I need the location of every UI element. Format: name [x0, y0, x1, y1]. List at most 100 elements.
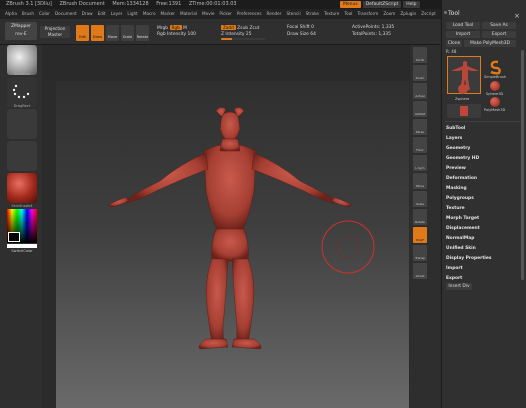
default-zscript-button[interactable]: DefaultZScript [362, 1, 402, 8]
insert-div-button[interactable]: Insert Div [446, 283, 472, 290]
menu-zoom[interactable]: Zoom [383, 9, 395, 19]
tool-menu-polygroups[interactable]: Polygroups [446, 194, 474, 203]
menu-alpha[interactable]: Alpha [5, 9, 17, 19]
standard-brush-label: Standard [13, 72, 31, 76]
polymesh3d-thumb[interactable] [490, 97, 500, 107]
tool-menu-displacement[interactable]: Displacement [446, 224, 480, 233]
projection-master-button[interactable]: Projection Master [40, 26, 70, 38]
zmapper-button[interactable]: ZMapper rev-E [5, 22, 37, 40]
palette-scrollbar[interactable] [521, 50, 524, 280]
menu-zscript[interactable]: Zscript [421, 9, 436, 19]
menu-material[interactable]: Material [180, 9, 197, 19]
view-polyf-button[interactable]: PolyF [413, 227, 427, 243]
tool-menu-subtool[interactable]: SubTool [446, 124, 465, 133]
menu-edit[interactable]: Edit [98, 9, 106, 19]
view-actual-button[interactable]: Actual [413, 83, 427, 99]
rgb-intensity-value[interactable]: 100 [188, 32, 196, 37]
tool-menu-masking[interactable]: Masking [446, 184, 467, 193]
menu-color[interactable]: Color [39, 9, 50, 19]
zsphere-thumb[interactable] [451, 81, 475, 95]
menu-tool[interactable]: Tool [344, 9, 352, 19]
menu-texture[interactable]: Texture [324, 9, 339, 19]
primary-color-swatch[interactable] [8, 232, 20, 242]
mrgb-button[interactable]: Mrgb [157, 26, 168, 31]
view-persp-button[interactable]: Persp [413, 119, 427, 135]
zsub-button[interactable]: Zsub [237, 26, 248, 31]
view-rotate-button[interactable]: Rotate [413, 209, 427, 225]
document-title: ZBrush Document [59, 1, 105, 7]
tool-thumb-empty[interactable] [447, 104, 481, 118]
view-zoom-button[interactable]: Zoom [413, 65, 427, 81]
rgb-button[interactable]: Rgb [169, 25, 182, 30]
tool-menu-layers[interactable]: Layers [446, 134, 462, 143]
tool-menu-display-properties[interactable]: Display Properties [446, 254, 492, 263]
view-lsym-button[interactable]: L.Sym [413, 155, 427, 171]
menu-zplugin[interactable]: Zplugin [400, 9, 416, 19]
m-button[interactable]: M [183, 26, 187, 31]
view-move-button[interactable]: Move [413, 173, 427, 189]
help-button[interactable]: Help [403, 1, 420, 8]
scale-mode-button[interactable]: Scale [121, 25, 134, 41]
switch-color-button[interactable]: SwitchColor [7, 249, 37, 253]
standard-brush-thumb[interactable] [7, 45, 37, 75]
menu-stroke[interactable]: Stroke [306, 9, 319, 19]
tool-menu-unified-skin[interactable]: Unified Skin [446, 244, 476, 253]
draw-mode-button[interactable]: Draw [91, 25, 104, 41]
tool-menu-geometry[interactable]: Geometry [446, 144, 470, 153]
tool-menu-preview[interactable]: Preview [446, 164, 466, 173]
move-mode-button[interactable]: Move [106, 25, 119, 41]
tool-menu-texture[interactable]: Texture [446, 204, 465, 213]
menu-layer[interactable]: Layer [111, 9, 123, 19]
view-floor-button[interactable]: Floor [413, 137, 427, 153]
color-picker[interactable] [7, 209, 37, 243]
tool-menu-morph-target[interactable]: Morph Target [446, 214, 479, 223]
view-transp-button[interactable]: Transp [413, 245, 427, 261]
close-icon[interactable]: × [514, 12, 520, 20]
simplebrush-thumb[interactable] [486, 58, 504, 76]
menu-draw[interactable]: Draw [82, 9, 93, 19]
material-thumb[interactable] [7, 173, 37, 203]
texture-thumb[interactable] [7, 141, 37, 171]
view-scroll-button[interactable]: Scroll [413, 47, 427, 63]
focal-shift-value[interactable]: 0 [311, 25, 314, 30]
clone-button[interactable]: Clone [446, 40, 462, 47]
focal-shift-label: Focal Shift [287, 25, 310, 30]
menu-picker[interactable]: Picker [219, 9, 231, 19]
dragrect-stroke-thumb[interactable] [7, 77, 37, 107]
menu-brush[interactable]: Brush [22, 9, 34, 19]
tool-menu-normalmap[interactable]: NormalMap [446, 234, 474, 243]
z-intensity-value[interactable]: 25 [246, 32, 252, 37]
menu-light[interactable]: Light [127, 9, 137, 19]
edit-mode-button[interactable]: Edit [76, 25, 89, 41]
menu-stencil[interactable]: Stencil [286, 9, 300, 19]
tool-menu-geometry-hd[interactable]: Geometry HD [446, 154, 479, 163]
menu-transform[interactable]: Transform [357, 9, 378, 19]
view-aahalf-button[interactable]: AAHalf [413, 101, 427, 117]
zadd-button[interactable]: Zadd [221, 25, 236, 30]
export-button[interactable]: Export [482, 31, 516, 38]
sphere3d-thumb[interactable] [490, 81, 500, 91]
make-polymesh-button[interactable]: Make PolyMesh3D [464, 40, 516, 47]
import-button[interactable]: Import [446, 31, 480, 38]
z-intensity-slider[interactable] [221, 38, 265, 40]
menus-button[interactable]: Menus [340, 1, 361, 8]
zcut-button[interactable]: Zcut [249, 26, 259, 31]
tool-menu-deformation[interactable]: Deformation [446, 174, 477, 183]
draw-size-value[interactable]: 64 [310, 32, 316, 37]
menu-document[interactable]: Document [55, 9, 77, 19]
secondary-color-swatch[interactable] [7, 244, 37, 248]
menu-render[interactable]: Render [267, 9, 282, 19]
menu-marker[interactable]: Marker [161, 9, 175, 19]
save-as-button[interactable]: Save As [482, 22, 516, 29]
tool-menu-import[interactable]: Import [446, 264, 463, 273]
menu-macro[interactable]: Macro [143, 9, 156, 19]
view-ghost-button[interactable]: Ghost [413, 263, 427, 279]
tool-menu-export[interactable]: Export [446, 274, 462, 283]
rotate-mode-button[interactable]: Rotate [136, 25, 149, 41]
view-scale-button[interactable]: Scale [413, 191, 427, 207]
menu-preferences[interactable]: Preferences [237, 9, 262, 19]
load-tool-button[interactable]: Load Tool [446, 22, 480, 29]
document-canvas[interactable] [56, 81, 409, 408]
alpha-thumb[interactable] [7, 109, 37, 139]
menu-movie[interactable]: Movie [202, 9, 214, 19]
